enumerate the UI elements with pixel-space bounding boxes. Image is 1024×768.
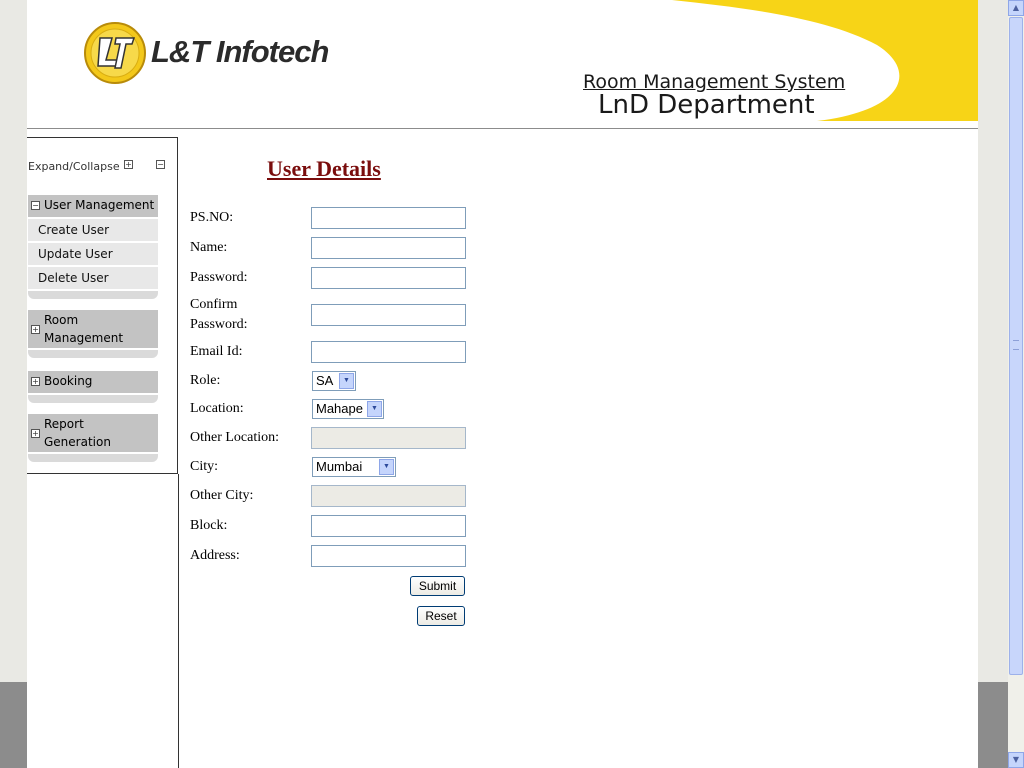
page: L&T Infotech Room Management System LnD … — [27, 0, 978, 768]
name-input[interactable] — [311, 237, 466, 259]
password-label: Password: — [190, 270, 248, 285]
menu-item-delete-user[interactable]: Delete User — [28, 267, 158, 289]
menu-title-line1: Report — [44, 417, 84, 431]
email-input[interactable] — [311, 341, 466, 363]
location-select[interactable]: Mahape ▼ — [312, 399, 384, 419]
location-selected-value: Mahape — [316, 401, 363, 416]
address-input[interactable] — [311, 545, 466, 567]
collapse-icon: − — [31, 201, 40, 210]
lt-logo-icon — [84, 22, 146, 84]
menu-item-update-user[interactable]: Update User — [28, 243, 158, 265]
left-gutter — [0, 0, 27, 768]
expand-all-icon[interactable]: + — [124, 160, 133, 169]
menu-room-management[interactable]: + Room Management — [28, 310, 158, 348]
chevron-down-icon: ▼ — [367, 401, 382, 417]
collapse-all-icon[interactable]: − — [156, 160, 165, 169]
chevron-down-icon: ▼ — [379, 459, 394, 475]
scroll-thumb[interactable] — [1009, 17, 1023, 675]
confirm-password-label-line2: Password: — [190, 317, 248, 332]
other-city-label: Other City: — [190, 488, 254, 503]
expand-collapse-label: Expand/Collapse — [28, 160, 120, 173]
sidebar: Expand/Collapse + − − User Management Cr… — [27, 137, 178, 474]
other-location-input — [311, 427, 466, 449]
scroll-up-button[interactable]: ▲ — [1008, 0, 1024, 16]
menu-footer — [28, 454, 158, 462]
location-label: Location: — [190, 401, 244, 416]
menu-title: User Management — [44, 198, 155, 212]
brand-name: L&T Infotech — [151, 34, 329, 69]
menu-booking[interactable]: + Booking — [28, 371, 158, 393]
name-label: Name: — [190, 240, 228, 255]
menu-footer — [28, 350, 158, 358]
psno-input[interactable] — [311, 207, 466, 229]
confirm-password-label-line1: Confirm — [190, 297, 238, 312]
reset-button[interactable]: Reset — [417, 606, 465, 626]
menu-title-line2: Management — [44, 331, 124, 345]
department-title: LnD Department — [598, 90, 815, 120]
role-selected-value: SA — [316, 373, 334, 388]
left-gutter-shade — [0, 682, 27, 768]
city-label: City: — [190, 459, 219, 474]
role-select[interactable]: SA ▼ — [312, 371, 356, 391]
psno-label: PS.NO: — [190, 210, 234, 225]
vertical-scrollbar[interactable]: ▲ ▼ — [1008, 0, 1024, 768]
confirm-password-input[interactable] — [311, 304, 466, 326]
scroll-down-button[interactable]: ▼ — [1008, 752, 1024, 768]
form-title: User Details — [267, 156, 381, 181]
menu-title: Booking — [44, 374, 93, 388]
menu-footer — [28, 395, 158, 403]
email-label: Email Id: — [190, 344, 243, 359]
block-label: Block: — [190, 518, 228, 533]
expand-icon: + — [31, 429, 40, 438]
menu-user-management[interactable]: − User Management — [28, 195, 158, 217]
header-banner: L&T Infotech Room Management System LnD … — [27, 0, 978, 129]
menu-footer — [28, 291, 158, 299]
other-city-input — [311, 485, 466, 507]
menu-title-line1: Room — [44, 313, 79, 327]
scroll-grip-icon — [1013, 340, 1019, 350]
password-input[interactable] — [311, 267, 466, 289]
other-location-label: Other Location: — [190, 430, 280, 445]
role-label: Role: — [190, 373, 221, 388]
chevron-down-icon: ▼ — [339, 373, 354, 389]
city-select[interactable]: Mumbai ▼ — [312, 457, 396, 477]
right-gutter — [978, 0, 1008, 768]
right-gutter-shade — [978, 682, 1008, 768]
menu-report-generation[interactable]: + Report Generation — [28, 414, 158, 452]
menu-item-create-user[interactable]: Create User — [28, 219, 158, 241]
address-label: Address: — [190, 548, 240, 563]
city-selected-value: Mumbai — [316, 459, 363, 474]
block-input[interactable] — [311, 515, 466, 537]
expand-icon: + — [31, 377, 40, 386]
menu-title-line2: Generation — [44, 435, 111, 449]
expand-icon: + — [31, 325, 40, 334]
content-divider — [178, 474, 179, 768]
submit-button[interactable]: Submit — [410, 576, 465, 596]
